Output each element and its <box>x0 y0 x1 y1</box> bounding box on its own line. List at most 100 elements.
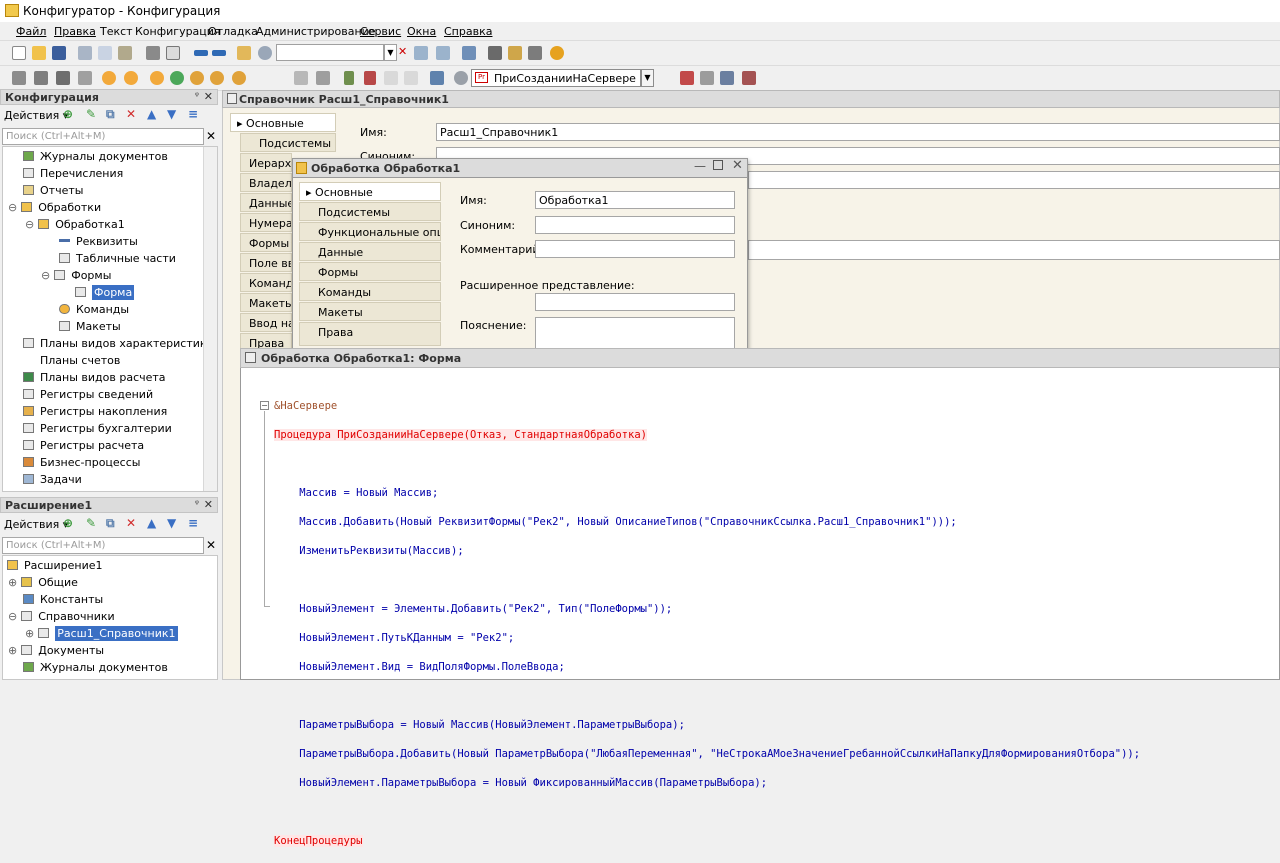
tree-item-acc-registers[interactable]: Регистры бухгалтерии <box>23 422 172 435</box>
move-up-icon[interactable]: ▲ <box>147 107 156 121</box>
catalog-tab-data[interactable]: Данные <box>240 193 292 212</box>
menu-text[interactable]: Текст <box>100 25 133 38</box>
tree-item-accum-registers[interactable]: Регистры накопления <box>23 405 167 418</box>
edit-icon[interactable]: ✎ <box>86 107 96 121</box>
bookmark-icon[interactable] <box>700 71 714 85</box>
tree-item-attributes[interactable]: Реквизиты <box>59 235 138 248</box>
processing-explanation-field[interactable] <box>535 317 735 349</box>
tree-item-accounts[interactable]: Планы счетов <box>23 354 120 367</box>
tree-item-business-processes[interactable]: Бизнес-процессы <box>23 456 140 469</box>
ext-actions-menu[interactable]: Действия ▾ <box>4 518 68 531</box>
find-prev-icon[interactable] <box>436 46 450 60</box>
catalog-tab-numbering[interactable]: Нумерация <box>240 213 292 232</box>
config-tree-scrollbar[interactable] <box>203 147 217 491</box>
menu-debug[interactable]: Отладка <box>208 25 258 38</box>
uncomment-icon[interactable] <box>364 71 376 85</box>
collapse-icon[interactable]: ⊖ <box>25 218 34 231</box>
copy-icon[interactable]: ⧉ <box>106 107 115 122</box>
template-icon[interactable] <box>316 71 330 85</box>
procedure-dropdown[interactable]: ▼ <box>641 69 654 87</box>
tree-item-templates[interactable]: Макеты <box>59 320 121 333</box>
block-icon[interactable] <box>294 71 308 85</box>
tree-item-calc-plans[interactable]: Планы видов расчета <box>23 371 166 384</box>
db-icon[interactable] <box>56 71 70 85</box>
ext-tree-item-catalog1[interactable]: ⊕ Расш1_Справочник1 <box>25 626 178 641</box>
tree-item-reports[interactable]: Отчеты <box>23 184 83 197</box>
move-down-icon[interactable]: ▼ <box>167 107 176 121</box>
redo-icon[interactable] <box>212 50 226 56</box>
minimize-icon[interactable]: — <box>694 159 706 173</box>
close-icon[interactable]: ✕ <box>204 498 213 511</box>
tree-item-processings[interactable]: ⊖ Обработки <box>8 201 101 214</box>
tree-item-tasks[interactable]: Задачи <box>23 473 82 486</box>
syntax-icon[interactable] <box>508 46 522 60</box>
print-icon[interactable] <box>146 46 160 60</box>
processing-tab-rights[interactable]: Права <box>299 322 441 346</box>
undo-icon[interactable] <box>194 50 208 56</box>
breakpoint-icon[interactable] <box>680 71 694 85</box>
ext-tree-item-journals[interactable]: Журналы документов <box>23 661 168 674</box>
collapse-icon[interactable]: ⊖ <box>41 269 50 282</box>
find-icon[interactable] <box>237 46 251 60</box>
processing-name-field[interactable]: Обработка1 <box>535 191 735 209</box>
ext-search-clear-icon[interactable]: ✕ <box>206 538 216 552</box>
collapse-procedure-icon[interactable]: − <box>260 401 269 410</box>
menu-help[interactable]: Справка <box>444 25 492 38</box>
abc-check-icon[interactable] <box>404 71 418 85</box>
delete-bookmark-icon[interactable] <box>742 71 756 85</box>
add-icon[interactable]: ⊕ <box>63 516 73 530</box>
processing-ext-repr-field[interactable] <box>535 293 735 311</box>
copy-icon[interactable]: ⧉ <box>106 516 115 531</box>
delete-icon[interactable]: ✕ <box>126 516 136 530</box>
ext-tree-item-constants[interactable]: Константы <box>23 593 103 606</box>
catalog-tab-input-by-basis[interactable]: Ввод на основании <box>240 313 292 332</box>
preview-icon[interactable] <box>166 46 180 60</box>
catalog-tab-commands[interactable]: Команды <box>240 273 292 292</box>
processing-tab-data[interactable]: Данные <box>299 242 441 261</box>
calc-icon[interactable] <box>528 46 542 60</box>
catalog-tab-hierarchy[interactable]: Иерархия <box>240 153 292 172</box>
tree-item-form[interactable]: Форма <box>75 285 135 300</box>
processing-tab-functional-options[interactable]: Функциональные опции <box>299 222 441 241</box>
tree-item-enums[interactable]: Перечисления <box>23 167 123 180</box>
module-icon[interactable] <box>12 71 26 85</box>
move-down-icon[interactable]: ▼ <box>167 516 176 530</box>
ext-tree-item-documents[interactable]: ⊕ Документы <box>8 644 104 657</box>
module-list-icon[interactable] <box>720 71 734 85</box>
processing-comment-field[interactable] <box>535 240 735 258</box>
catalog-tab-forms[interactable]: Формы <box>240 233 292 252</box>
find-next-icon[interactable] <box>414 46 428 60</box>
processing-tab-subsystems[interactable]: Подсистемы <box>299 202 441 221</box>
collapse-icon[interactable]: ⊖ <box>8 610 17 623</box>
menu-file[interactable]: Файл <box>16 25 46 38</box>
paste-icon[interactable] <box>118 46 132 60</box>
catalog-tab-owners[interactable]: Владельцы <box>240 173 292 192</box>
collapse-icon[interactable]: ⊖ <box>8 201 17 214</box>
ext-tree-item-catalogs[interactable]: ⊖ Справочники <box>8 610 115 623</box>
tree-item-char-plans[interactable]: Планы видов характеристик <box>23 337 207 350</box>
toolbar-search-input[interactable] <box>276 44 384 61</box>
catalog-field[interactable] <box>748 240 1280 260</box>
catalog-name-field[interactable]: Расш1_Справочник1 <box>436 123 1280 141</box>
procedure-select[interactable]: ПриСозданииНаСервере <box>471 69 641 87</box>
processing-tab-main[interactable]: ▸ Основные <box>299 182 441 201</box>
open-folder-icon[interactable] <box>32 46 46 60</box>
menu-service[interactable]: Сервис <box>360 25 401 38</box>
cut-icon[interactable] <box>78 46 92 60</box>
expand-icon[interactable]: ⊕ <box>25 627 34 640</box>
processing-tab-templates[interactable]: Макеты <box>299 302 441 321</box>
catalog-comment-field[interactable] <box>748 171 1280 189</box>
search-icon[interactable] <box>258 46 272 60</box>
toolbar-search-dropdown[interactable]: ▼ <box>384 44 397 61</box>
tree-item-processing1[interactable]: ⊖ Обработка1 <box>25 218 125 231</box>
sort-icon[interactable]: ≡ <box>188 516 198 530</box>
sort-icon[interactable]: ≡ <box>188 107 198 121</box>
update-icon[interactable] <box>170 71 184 85</box>
merge-icon[interactable] <box>210 71 224 85</box>
move-up-icon[interactable]: ▲ <box>147 516 156 530</box>
settings-icon[interactable] <box>232 71 246 85</box>
ext-tree-item-common[interactable]: ⊕ Общие <box>8 576 78 589</box>
code-editor[interactable]: &НаСервере Процедура ПриСозданииНаСервер… <box>274 384 1140 863</box>
processing-tab-commands[interactable]: Команды <box>299 282 441 301</box>
start-icon[interactable] <box>150 71 164 85</box>
